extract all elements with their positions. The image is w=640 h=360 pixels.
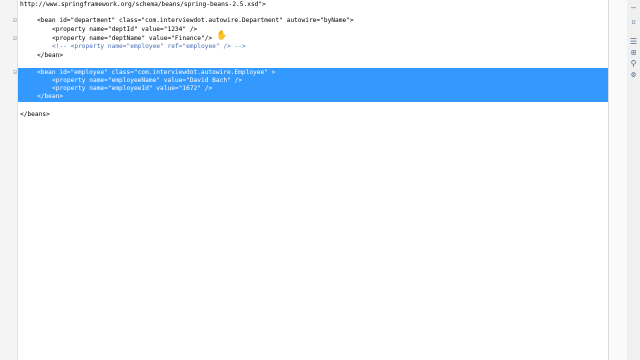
code-line-property-employeeId: <property name="employeeId" value="1672"…	[52, 85, 213, 92]
code-line-schema-url: http://www.springframework.org/schema/be…	[20, 1, 266, 8]
mouse-cursor-icon: ✋	[216, 31, 228, 41]
text-selection: <bean id="employee" class="com.interview…	[18, 68, 608, 102]
code-line-comment: <!-- <property name="employee" ref="empl…	[52, 43, 246, 50]
maximize-icon[interactable]: ▫	[629, 17, 638, 26]
code-line-close-bean-1: </bean>	[37, 52, 64, 59]
overview-ruler[interactable]	[608, 0, 628, 360]
editor-gutter: ⊟ ⊟ ⊟	[0, 0, 18, 360]
link-icon[interactable]: ⚲	[629, 59, 638, 68]
code-line-property-deptId: <property name="deptId" value="1234" />	[52, 26, 198, 33]
settings-icon[interactable]: ⚙	[629, 70, 638, 79]
code-line-close-beans: </beans>	[20, 111, 50, 118]
side-toolbar: — ▫ ☰ ⊞ ⚲ ⚙	[627, 0, 640, 360]
code-line-bean-department: <bean id="department" class="com.intervi…	[37, 17, 354, 24]
code-line-close-bean-2: </bean>	[37, 93, 64, 100]
outline-icon[interactable]: ☰	[629, 37, 638, 46]
xml-editor[interactable]: http://www.springframework.org/schema/be…	[18, 0, 608, 360]
hierarchy-icon[interactable]: ⊞	[629, 48, 638, 57]
minimize-icon[interactable]: —	[629, 3, 638, 12]
